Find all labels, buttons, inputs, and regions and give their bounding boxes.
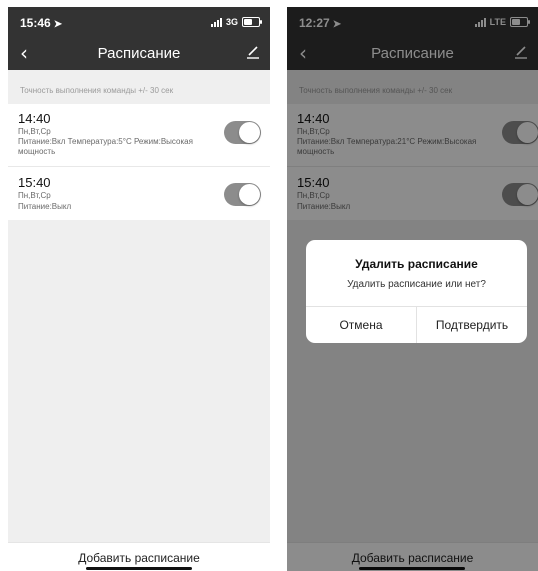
battery-icon (242, 17, 262, 27)
schedule-toggle[interactable] (224, 121, 261, 144)
schedule-item[interactable]: 14:40 Пн,Вт,Ср Питание:Вкл Температура:5… (8, 104, 270, 166)
screen-schedule-delete-dialog: 12:27 ➤ LTE ‹ Расписание Точность выполне… (287, 7, 538, 571)
location-arrow-icon: ➤ (53, 19, 63, 30)
confirm-button[interactable]: Подтвердить (417, 307, 527, 343)
dialog-title: Удалить расписание (355, 257, 478, 271)
status-bar: 15:46 ➤ 3G (8, 7, 270, 37)
schedule-item[interactable]: 15:40 Пн,Вт,Ср Питание:Выкл (8, 167, 270, 220)
accuracy-hint: Точность выполнения команды +/- 30 сек (20, 86, 174, 95)
toggle-knob (239, 122, 260, 143)
screen-schedule: 15:46 ➤ 3G ‹ Расписание Точность выполнен… (8, 7, 270, 571)
schedule-toggle[interactable] (224, 183, 261, 206)
schedule-details: Питание:Вкл Температура:5°C Режим:Высока… (18, 137, 193, 156)
signal-icon (210, 17, 222, 27)
nav-bar: ‹ Расписание (8, 37, 270, 70)
status-time: 15:46 ➤ (20, 16, 63, 30)
delete-schedule-dialog: Удалить расписание Удалить расписание ил… (306, 240, 527, 343)
cancel-button[interactable]: Отмена (306, 307, 416, 343)
home-indicator (86, 567, 192, 570)
schedule-time: 15:40 (18, 175, 51, 190)
page-title: Расписание (97, 45, 181, 62)
schedule-days: Пн,Вт,Ср (18, 127, 51, 136)
dialog-message: Удалить расписание или нет? (347, 279, 486, 290)
schedule-details: Питание:Выкл (18, 202, 72, 211)
schedule-time: 14:40 (18, 111, 51, 126)
status-indicators: 3G (210, 17, 262, 27)
add-schedule-label: Добавить расписание (78, 551, 200, 565)
schedule-days: Пн,Вт,Ср (18, 191, 51, 200)
toggle-knob (239, 184, 260, 205)
pencil-icon[interactable] (246, 45, 260, 59)
network-type: 3G (225, 17, 238, 27)
